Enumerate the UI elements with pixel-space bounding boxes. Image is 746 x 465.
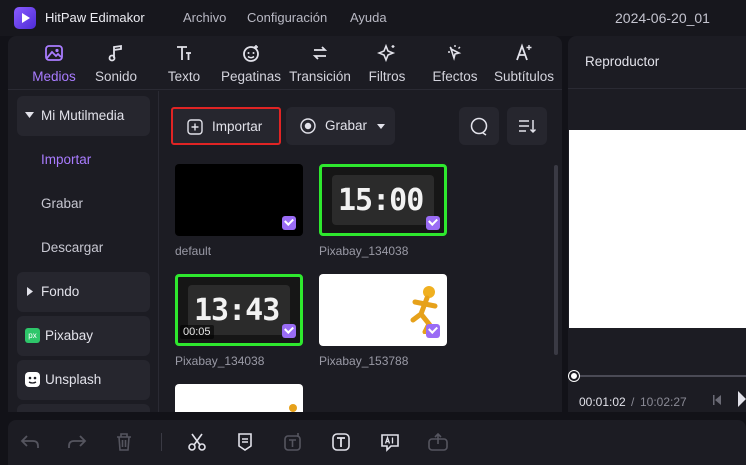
- import-button-label: Importar: [212, 119, 263, 134]
- import-button[interactable]: Importar: [171, 107, 281, 145]
- unsplash-icon: [25, 372, 40, 387]
- sidebar-item-my-media[interactable]: Mi Mutilmedia: [17, 96, 150, 136]
- music-note-icon: [108, 44, 122, 62]
- tab-label: Transición: [289, 69, 351, 84]
- app-logo-icon: [14, 7, 36, 29]
- tab-transicion[interactable]: Transición: [289, 40, 351, 88]
- media-thumb-partial[interactable]: [175, 384, 303, 412]
- ai-icon[interactable]: [379, 431, 401, 453]
- tab-sonido[interactable]: Sonido: [85, 40, 147, 88]
- plus-square-icon: [187, 119, 203, 135]
- tab-label: Filtros: [368, 69, 406, 84]
- progress-track[interactable]: [574, 375, 746, 377]
- sidebar-item-record[interactable]: Grabar: [41, 196, 83, 211]
- text-icon: [177, 46, 191, 60]
- subtitle-edit-icon[interactable]: [234, 431, 256, 453]
- scrollbar[interactable]: [554, 165, 558, 355]
- sort-button[interactable]: [507, 107, 547, 145]
- dropdown-arrow-icon: [377, 124, 385, 129]
- tab-efectos[interactable]: Efectos: [424, 40, 486, 88]
- caret-right-icon: [27, 287, 33, 296]
- tab-label: Sonido: [94, 69, 138, 84]
- menu-ayuda[interactable]: Ayuda: [350, 10, 387, 25]
- duration-badge: 00:05: [180, 325, 214, 339]
- text-box-icon[interactable]: [330, 431, 352, 453]
- effects-icon: [448, 45, 462, 61]
- selected-check-icon[interactable]: [426, 324, 440, 338]
- total-time: 10:02:27: [640, 395, 687, 409]
- tab-filtros[interactable]: Filtros: [356, 40, 418, 88]
- tab-pegatinas[interactable]: Pegatinas: [220, 40, 282, 88]
- player-title: Reproductor: [585, 54, 660, 69]
- media-name: Pixabay_134038: [319, 244, 409, 258]
- time-separator: /: [631, 395, 635, 409]
- clock-display: 13:43: [194, 293, 280, 328]
- media-name: default: [175, 244, 212, 258]
- pixabay-icon: px: [25, 328, 40, 343]
- sidebar-item-label: Pixabay: [45, 328, 94, 343]
- record-button-label: Grabar: [325, 118, 368, 133]
- toolbar-divider: [161, 433, 162, 451]
- current-time: 00:01:02: [579, 395, 626, 409]
- menu-archivo[interactable]: Archivo: [183, 10, 226, 25]
- media-name: Pixabay_134038: [175, 354, 265, 368]
- tab-label: Subtítulos: [493, 69, 555, 84]
- image-icon: [45, 45, 63, 61]
- sticker-icon: [243, 45, 259, 62]
- sidebar-item-label: Mi Mutilmedia: [41, 108, 125, 123]
- sidebar-item-pixabay[interactable]: px Pixabay: [17, 316, 150, 356]
- subtitles-icon: [516, 43, 532, 61]
- sidebar-item-download[interactable]: Descargar: [41, 240, 103, 255]
- menu-configuracion[interactable]: Configuración: [247, 10, 327, 25]
- sidebar-item-background[interactable]: Fondo: [17, 272, 150, 312]
- export-icon[interactable]: [427, 431, 449, 453]
- clock-display: 15:00: [338, 183, 424, 218]
- tab-label: Texto: [167, 69, 201, 84]
- search-button[interactable]: [459, 107, 499, 145]
- app-title: HitPaw Edimakor: [45, 10, 145, 25]
- sort-icon: [519, 120, 537, 134]
- media-name: Pixabay_153788: [319, 354, 409, 368]
- video-preview[interactable]: [569, 130, 746, 328]
- caret-down-icon: [25, 112, 34, 118]
- tab-subtitulos[interactable]: Subtítulos: [493, 40, 555, 88]
- selected-check-icon[interactable]: [282, 324, 296, 338]
- divider: [568, 88, 746, 89]
- tab-texto[interactable]: Texto: [153, 40, 215, 88]
- sidebar-item-import[interactable]: Importar: [41, 152, 91, 167]
- text-split-icon[interactable]: [282, 431, 304, 453]
- sidebar-item-label: Unsplash: [45, 372, 102, 387]
- progress-handle[interactable]: [569, 371, 579, 381]
- scissors-icon[interactable]: [186, 431, 208, 453]
- selected-check-icon[interactable]: [282, 216, 296, 230]
- tab-label: Efectos: [432, 69, 478, 84]
- record-icon: [300, 118, 316, 134]
- redo-icon[interactable]: [66, 431, 88, 453]
- filter-icon: [377, 43, 396, 63]
- project-name: 2024-06-20_01: [615, 10, 710, 26]
- tab-label: Pegatinas: [220, 69, 282, 84]
- selected-check-icon[interactable]: [426, 216, 440, 230]
- sidebar-item-label: Fondo: [41, 284, 80, 299]
- search-icon: [470, 117, 488, 136]
- sidebar-item-partial[interactable]: [17, 404, 150, 412]
- delete-icon[interactable]: [113, 431, 135, 453]
- prev-frame-icon[interactable]: [712, 394, 722, 406]
- tab-medios[interactable]: Medios: [23, 40, 85, 88]
- undo-icon[interactable]: [19, 431, 41, 453]
- sidebar-item-unsplash[interactable]: Unsplash: [17, 360, 150, 400]
- play-icon[interactable]: [738, 391, 746, 407]
- transition-icon: [312, 46, 328, 60]
- record-button[interactable]: Grabar: [286, 107, 395, 145]
